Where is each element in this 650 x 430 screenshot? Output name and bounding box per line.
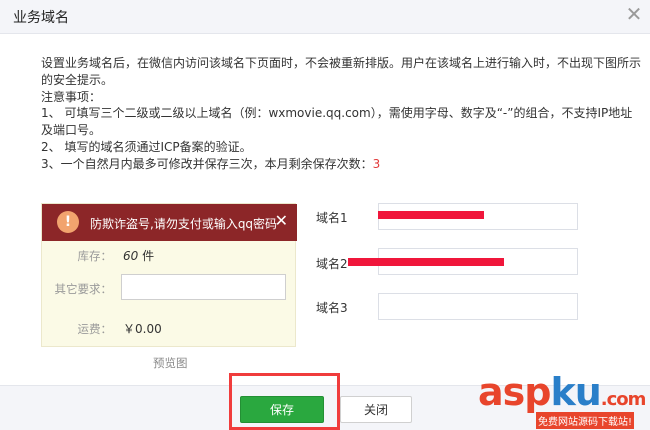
watermark-asp: asp	[478, 370, 551, 414]
note-item-3: 3、一个自然月内最多可修改并保存三次，本月剩余保存次数：3	[41, 156, 641, 173]
alert-close-icon: ✕	[274, 211, 288, 230]
remaining-count: 3	[372, 156, 381, 171]
notes-heading: 注意事项：	[41, 89, 102, 104]
other-requirements-label: 其它要求：	[54, 282, 113, 296]
dialog-header: 业务域名 ✕	[0, 0, 650, 34]
preview-image: ! 防欺诈盗号,请勿支付或输入qq密码 ✕ 库存： 60 件 其它要求： 运费：…	[41, 203, 297, 347]
shipping-label: 运费：	[77, 322, 113, 336]
watermark-com: .com	[600, 389, 647, 410]
dialog-title: 业务域名	[13, 10, 69, 26]
exclamation-icon: !	[57, 211, 79, 233]
note-item-3-text: 3、一个自然月内最多可修改并保存三次，本月剩余保存次数：	[41, 156, 373, 171]
close-button[interactable]: 关闭	[340, 396, 412, 423]
stock-label: 库存：	[77, 249, 113, 263]
watermark-ku: ku	[550, 370, 601, 414]
instructions: 设置业务域名后，在微信内访问该域名下页面时，不会被重新排版。用户在该域名上进行输…	[41, 55, 641, 173]
stock-value: 60 件	[123, 247, 154, 264]
domain2-redaction	[348, 258, 504, 266]
stock-number: 60	[123, 249, 139, 263]
other-requirements-input	[121, 274, 286, 300]
business-domain-dialog: 业务域名 ✕ 设置业务域名后，在微信内访问该域名下页面时，不会被重新排版。用户在…	[0, 0, 650, 430]
close-icon[interactable]: ✕	[622, 3, 646, 27]
domain1-label: 域名1	[316, 211, 348, 225]
aspku-watermark: aspku.com 免费网站源码下载站!	[478, 370, 648, 429]
security-alert-bar: ! 防欺诈盗号,请勿支付或输入qq密码 ✕	[42, 204, 297, 241]
save-button[interactable]: 保存	[240, 396, 324, 423]
domain1-redaction	[378, 211, 484, 219]
preview-caption: 预览图	[153, 356, 188, 370]
domain3-input[interactable]	[378, 293, 578, 320]
watermark-tagline: 免费网站源码下载站!	[536, 412, 635, 429]
note-item-2: 2、 填写的域名须通过ICP备案的验证。	[41, 139, 252, 154]
shipping-value: ￥0.00	[123, 322, 162, 336]
domain3-label: 域名3	[316, 301, 348, 315]
stock-unit: 件	[138, 249, 155, 263]
intro-text: 设置业务域名后，在微信内访问该域名下页面时，不会被重新排版。用户在该域名上进行输…	[41, 56, 642, 87]
alert-text: 防欺诈盗号,请勿支付或输入qq密码	[90, 217, 278, 231]
domain2-label: 域名2	[316, 257, 348, 271]
note-item-1: 1、 可填写三个二级或二级以上域名（例：wxmovie.qq.com），需使用字…	[41, 106, 633, 138]
